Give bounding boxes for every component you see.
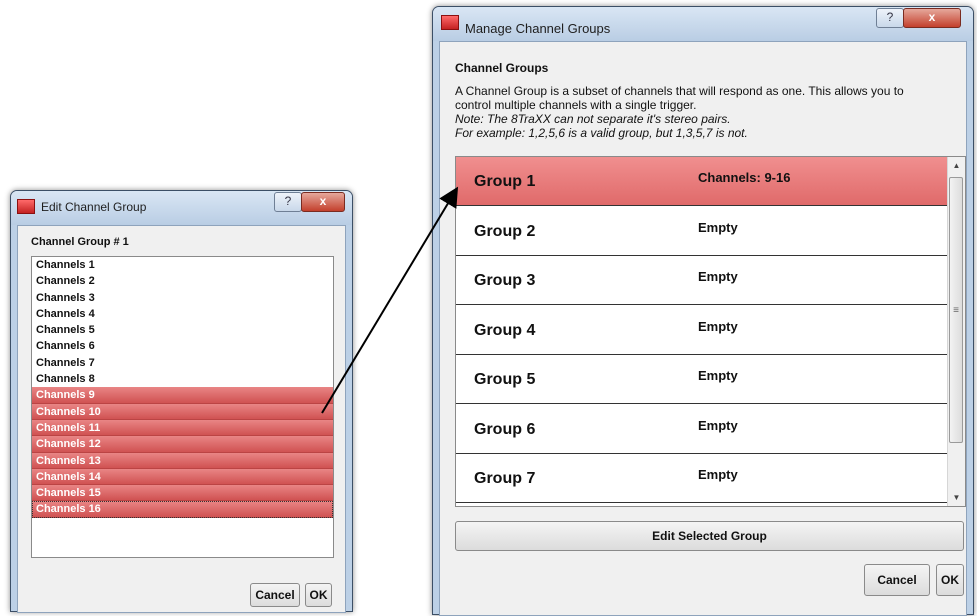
connector-arrow xyxy=(321,186,459,414)
